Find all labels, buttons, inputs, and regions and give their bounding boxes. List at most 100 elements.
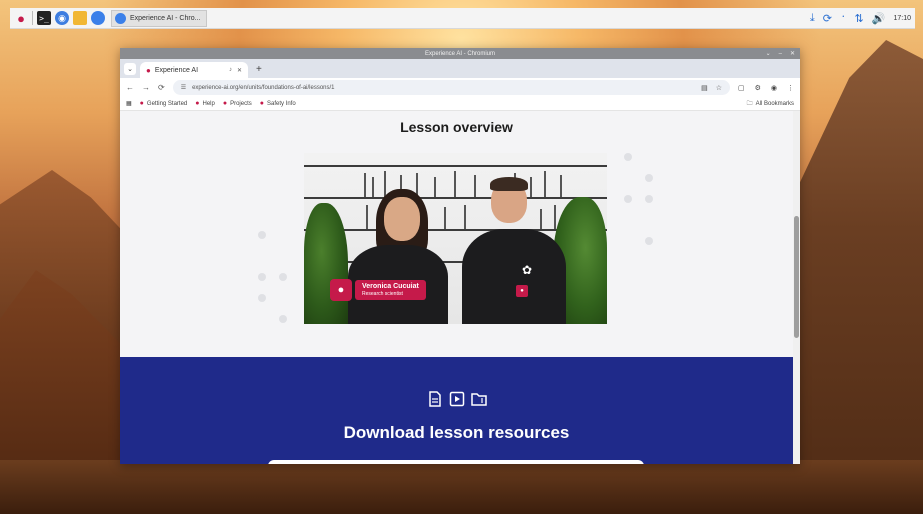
presenter-hair [490, 177, 528, 191]
forward-icon[interactable]: → [142, 83, 150, 92]
decorative-dot [258, 273, 266, 281]
new-tab-button[interactable]: + [256, 64, 262, 75]
download-icon[interactable]: ⤓ [810, 12, 815, 25]
bookmark-getting-started[interactable]: ● Getting Started [140, 100, 188, 107]
raspberry-pi-menu-icon[interactable]: ● [14, 11, 28, 26]
caption-text: Veronica Cucuiat Research scientist [355, 280, 426, 300]
bluetooth-icon[interactable]: ᛫ [840, 12, 847, 24]
resource-icons [120, 391, 793, 407]
decorative-dot [645, 174, 653, 182]
translate-icon[interactable]: ▤ [701, 84, 708, 92]
reading-mode-icon[interactable]: ▢ [738, 84, 745, 92]
volume-icon[interactable]: 🔊 [872, 12, 886, 25]
reload-icon[interactable]: ⟳ [158, 83, 165, 92]
lesson-video[interactable]: ✿ ● ● Veronica Cucuiat Research scientis… [304, 153, 607, 324]
globe-icon[interactable]: ◉ [55, 11, 69, 25]
raspberry-favicon-icon: ● [146, 65, 151, 75]
bookmark-label: Projects [230, 100, 252, 107]
book [454, 171, 456, 197]
url-text: experience-ai.org/en/units/foundations-o… [192, 84, 335, 91]
bookmark-label: Safety Info [267, 100, 296, 107]
audio-icon[interactable]: ♪ [229, 67, 232, 74]
chevron-down-icon[interactable]: ⌄ [766, 50, 771, 57]
extensions-icon[interactable]: ⚙ [755, 84, 761, 92]
menu-icon[interactable]: ⋮ [787, 84, 794, 92]
book [544, 171, 546, 197]
bookmark-star-icon[interactable]: ☆ [716, 84, 722, 92]
raspberry-favicon-icon: ● [139, 100, 144, 107]
browser-toolbar: ← → ⟳ ☰ experience-ai.org/en/units/found… [120, 78, 800, 97]
plant [304, 203, 348, 324]
book [384, 171, 386, 197]
browser-window: Experience AI - Chromium ⌄ – ✕ ⌄ ● Exper… [120, 48, 800, 464]
bookmark-projects[interactable]: ● Projects [223, 100, 252, 107]
back-icon[interactable]: ← [126, 83, 134, 92]
video-icon [449, 391, 464, 407]
decorative-dot [645, 195, 653, 203]
wallpaper-ground [0, 460, 923, 514]
decorative-dot [624, 195, 632, 203]
folder-icon [470, 393, 487, 406]
raspberry-favicon-icon: ● [222, 100, 228, 107]
book [366, 205, 368, 229]
scrollbar-thumb[interactable] [794, 216, 799, 338]
presenter-role: Research scientist [362, 291, 403, 297]
raspberry-logo-icon: ● [330, 279, 352, 301]
resource-card[interactable] [268, 460, 644, 464]
folder-icon[interactable] [73, 11, 87, 25]
taskbar-window-button[interactable]: Experience AI - Chro... [111, 9, 208, 27]
window-titlebar[interactable]: Experience AI - Chromium ⌄ – ✕ [120, 48, 800, 59]
sync-icon[interactable]: ⟳ [823, 12, 832, 25]
raspberry-logo-icon: ✿ [522, 263, 533, 277]
profile-icon[interactable]: ◉ [771, 84, 777, 92]
close-icon[interactable]: ✕ [790, 50, 795, 57]
decorative-dot [258, 294, 266, 302]
taskbar-window-title: Experience AI - Chro... [130, 14, 201, 22]
page-scrollbar[interactable] [793, 111, 800, 464]
tab-close-icon[interactable]: ✕ [237, 67, 242, 74]
site-info-icon[interactable]: ☰ [181, 84, 186, 91]
presenter-face [384, 197, 420, 241]
bookmark-safety-info[interactable]: ● Safety Info [260, 100, 296, 107]
chromium-icon[interactable] [91, 11, 105, 25]
tab-search-icon[interactable]: ⌄ [124, 63, 136, 75]
taskbar: ● >_ ◉ Experience AI - Chro... ⤓ ⟳ ᛫ ⇅ 🔊… [10, 8, 915, 29]
tab-title: Experience AI [154, 66, 199, 74]
terminal-icon[interactable]: >_ [37, 11, 51, 25]
bookmark-help[interactable]: ● Help [195, 100, 215, 107]
book [372, 177, 374, 197]
minimize-icon[interactable]: – [779, 51, 782, 57]
chromium-icon [115, 12, 126, 24]
book [474, 175, 476, 197]
folder-icon: 🗀 [746, 100, 753, 107]
bookshelf [304, 165, 607, 167]
apps-grid-icon[interactable]: ▦ [126, 100, 132, 107]
book [364, 173, 366, 197]
tab-strip: ⌄ ● Experience AI ♪ ✕ + [120, 59, 800, 78]
all-bookmarks-label: All Bookmarks [755, 100, 794, 107]
network-icon[interactable]: ⇅ [855, 12, 864, 25]
decorative-dot [279, 315, 287, 323]
system-tray: ⤓ ⟳ ᛫ ⇅ 🔊 17:10 [810, 12, 911, 25]
document-icon [428, 391, 441, 407]
window-title: Experience AI - Chromium [424, 50, 496, 57]
bookmarks-bar: ▦ ● Getting Started ● Help ● Projects ● … [120, 97, 800, 111]
book [530, 177, 532, 197]
page-title: Lesson overview [400, 119, 513, 135]
clock[interactable]: 17:10 [893, 15, 911, 22]
decorative-dot [258, 231, 266, 239]
raspberry-badge-icon: ● [516, 285, 528, 297]
raspberry-favicon-icon: ● [195, 100, 200, 107]
presenter-body [462, 229, 566, 324]
tab-experience-ai[interactable]: ● Experience AI ♪ ✕ [140, 62, 248, 78]
raspberry-favicon-icon: ● [259, 100, 264, 107]
resources-section: Download lesson resources [120, 357, 793, 464]
book [554, 205, 556, 229]
address-bar[interactable]: ☰ experience-ai.org/en/units/foundations… [172, 80, 730, 95]
web-page: Lesson overview ✿ ● ● Veronica Cucuiat R… [120, 111, 800, 464]
presenter-name: Veronica Cucuiat [362, 283, 419, 290]
all-bookmarks-button[interactable]: 🗀 All Bookmarks [747, 99, 794, 109]
book [560, 175, 562, 197]
bookshelf [304, 197, 607, 199]
presenter-caption: ● Veronica Cucuiat Research scientist [330, 279, 426, 301]
